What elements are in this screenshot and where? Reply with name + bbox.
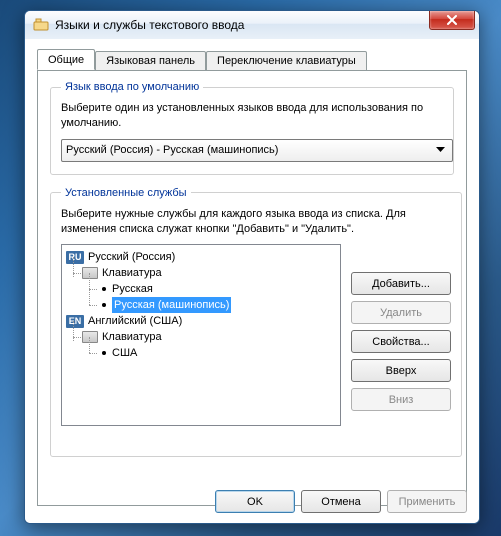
tab-language-panel[interactable]: Языковая панель <box>95 51 206 71</box>
en-badge-icon: EN <box>66 315 84 328</box>
tree-keyboard-en[interactable]: Клавиатура <box>82 329 336 345</box>
cancel-button[interactable]: Отмена <box>301 490 381 513</box>
tree-lang-en[interactable]: EN Английский (США) <box>66 313 336 329</box>
tree-keyboard-ru[interactable]: Клавиатура <box>82 265 336 281</box>
tree-layout-ru1[interactable]: Русская <box>102 281 336 297</box>
dialog-content: ОбщиеЯзыковая панельПереключение клавиат… <box>25 39 479 523</box>
tree-side-buttons: Добавить... Удалить Свойства... Вверх Вн… <box>351 272 451 426</box>
tab-general[interactable]: Общие <box>37 49 95 70</box>
tree-lang-ru[interactable]: RU Русский (Россия) <box>66 249 336 265</box>
close-button[interactable] <box>429 11 475 30</box>
apply-button[interactable]: Применить <box>387 490 467 513</box>
properties-button[interactable]: Свойства... <box>351 330 451 353</box>
tab-keyboard-switch[interactable]: Переключение клавиатуры <box>206 51 367 71</box>
tree-layout-ru2[interactable]: Русская (машинопись) <box>102 297 336 313</box>
combo-selected-text: Русский (Россия) - Русская (машинопись) <box>66 144 433 156</box>
window-title: Языки и службы текстового ввода <box>55 18 244 32</box>
default-language-legend: Язык ввода по умолчанию <box>61 81 203 93</box>
installed-services-legend: Установленные службы <box>61 187 191 199</box>
installed-services-desc: Выберите нужные службы для каждого языка… <box>61 207 451 237</box>
default-language-group: Язык ввода по умолчанию Выберите один из… <box>50 81 454 175</box>
ru-badge-icon: RU <box>66 251 84 264</box>
app-icon <box>33 17 49 33</box>
dialog-button-row: OK Отмена Применить <box>215 490 467 513</box>
tree-layout-en1-label: США <box>112 345 137 361</box>
ok-button[interactable]: OK <box>215 490 295 513</box>
bullet-icon <box>102 351 106 355</box>
tree-lang-ru-label: Русский (Россия) <box>88 249 175 265</box>
tree-lang-en-label: Английский (США) <box>88 313 182 329</box>
tab-panel-general: Язык ввода по умолчанию Выберите один из… <box>37 70 467 506</box>
move-down-button[interactable]: Вниз <box>351 388 451 411</box>
tree-layout-en1[interactable]: США <box>102 345 336 361</box>
tree-keyboard-ru-label: Клавиатура <box>102 265 162 281</box>
tree-layout-ru2-label: Русская (машинопись) <box>112 297 231 313</box>
dialog-window: Языки и службы текстового ввода ОбщиеЯзы… <box>24 10 480 524</box>
default-language-combo[interactable]: Русский (Россия) - Русская (машинопись) <box>61 139 453 162</box>
default-language-desc: Выберите один из установленных языков вв… <box>61 101 443 131</box>
bullet-icon <box>102 287 106 291</box>
keyboard-icon <box>82 267 98 279</box>
installed-services-group: Установленные службы Выберите нужные слу… <box>50 187 462 457</box>
titlebar[interactable]: Языки и службы текстового ввода <box>25 11 479 40</box>
add-button[interactable]: Добавить... <box>351 272 451 295</box>
remove-button[interactable]: Удалить <box>351 301 451 324</box>
tab-strip: ОбщиеЯзыковая панельПереключение клавиат… <box>37 49 467 70</box>
tree-keyboard-en-label: Клавиатура <box>102 329 162 345</box>
chevron-down-icon <box>433 143 448 158</box>
tree-layout-ru1-label: Русская <box>112 281 153 297</box>
services-tree[interactable]: RU Русский (Россия) Клавиатура <box>61 244 341 426</box>
keyboard-icon <box>82 331 98 343</box>
move-up-button[interactable]: Вверх <box>351 359 451 382</box>
bullet-icon <box>102 303 106 307</box>
